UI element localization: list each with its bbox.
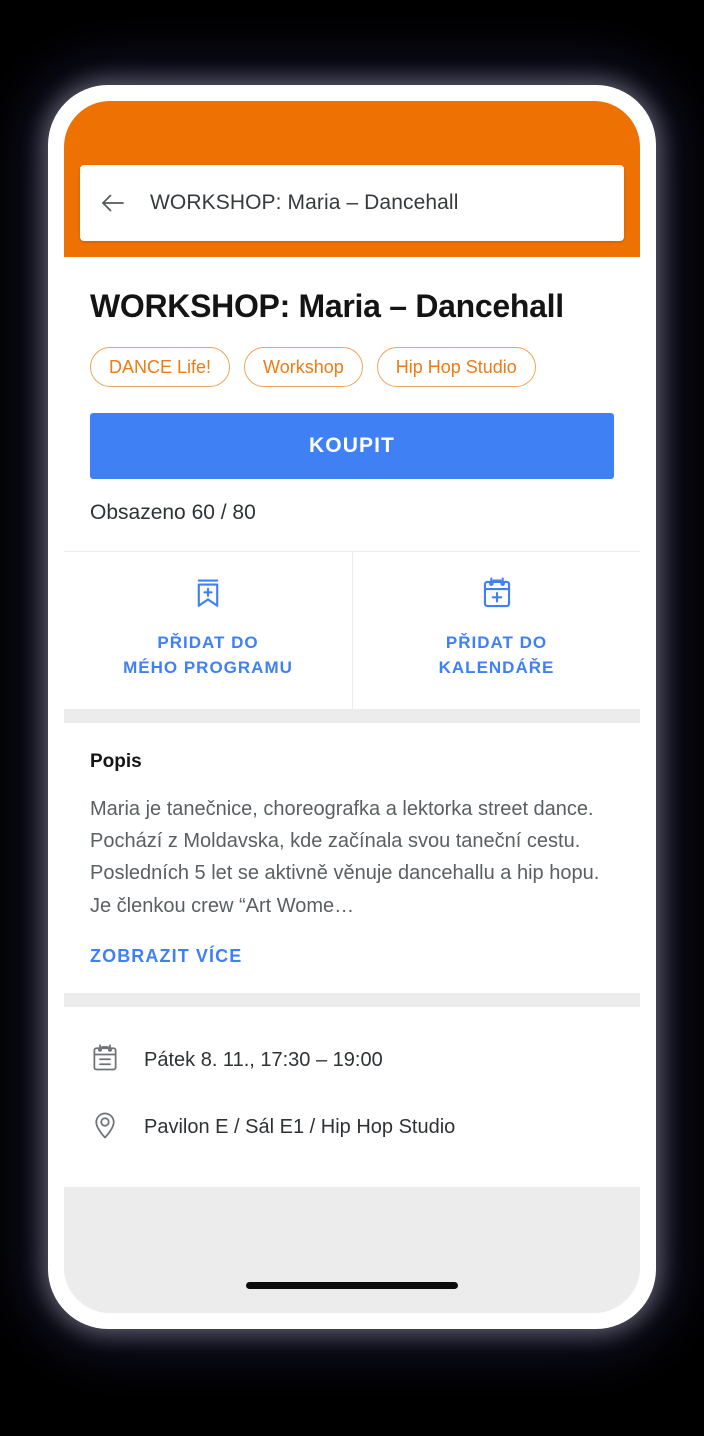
home-indicator-area [64,1264,640,1313]
home-indicator-bar[interactable] [246,1282,458,1289]
tag-chip-hip-hop-studio[interactable]: Hip Hop Studio [376,347,536,388]
title-block: WORKSHOP: Maria – Dancehall [64,257,640,325]
detail-row-location: Pavilon E / Sál E1 / Hip Hop Studio [90,1094,614,1161]
show-more-link[interactable]: ZOBRAZIT VÍCE [90,946,242,967]
add-to-calendar-label: PŘIDAT DO KALENDÁŘE [438,633,555,678]
add-to-calendar-button[interactable]: PŘIDAT DO KALENDÁŘE [352,552,640,709]
search-bar[interactable]: WORKSHOP: Maria – Dancehall [80,165,624,241]
section-spacer-2 [64,993,640,1008]
phone-screen: WORKSHOP: Maria – Dancehall WORKSHOP: Ma… [64,101,640,1313]
action-button-row: PŘIDAT DO MÉHO PROGRAMU PŘIDAT DO KALEND… [64,552,640,709]
app-bar-title: WORKSHOP: Maria – Dancehall [150,191,459,214]
add-to-my-program-button[interactable]: PŘIDAT DO MÉHO PROGRAMU [64,552,352,708]
screenshot-stage: WORKSHOP: Maria – Dancehall WORKSHOP: Ma… [0,0,704,1436]
scroll-content[interactable]: WORKSHOP: Maria – Dancehall DANCE Life! … [64,257,640,1313]
tag-chip-list: DANCE Life! Workshop Hip Hop Studio [64,325,640,388]
calendar-icon [90,1043,120,1078]
app-bar: WORKSHOP: Maria – Dancehall [64,101,640,257]
section-spacer [64,708,640,723]
detail-location-text: Pavilon E / Sál E1 / Hip Hop Studio [144,1116,456,1139]
description-section: Popis Maria je tanečnice, choreografka a… [64,722,640,994]
bookmark-plus-icon [191,576,225,615]
add-to-my-program-label: PŘIDAT DO MÉHO PROGRAMU [123,633,293,678]
tag-chip-dance-life[interactable]: DANCE Life! [90,347,231,388]
page-title: WORKSHOP: Maria – Dancehall [90,288,564,324]
calendar-plus-icon [480,576,514,615]
location-pin-icon [90,1110,120,1145]
tag-chip-workshop[interactable]: Workshop [244,347,363,388]
description-body: Maria je tanečnice, choreografka a lekto… [90,797,600,917]
event-details-section: Pátek 8. 11., 17:30 – 19:00 Pavilon E / … [64,1007,640,1188]
event-header-card: WORKSHOP: Maria – Dancehall DANCE Life! … [64,257,640,709]
buy-button-wrapper: KOUPIT [64,387,640,480]
occupancy-status: Obsazeno 60 / 80 [90,501,256,525]
arrow-left-icon[interactable] [98,188,128,218]
bottom-filler [64,1187,640,1264]
detail-datetime-text: Pátek 8. 11., 17:30 – 19:00 [144,1049,383,1072]
description-heading: Popis [90,750,142,772]
buy-button[interactable]: KOUPIT [90,413,614,480]
detail-row-datetime: Pátek 8. 11., 17:30 – 19:00 [90,1027,614,1094]
